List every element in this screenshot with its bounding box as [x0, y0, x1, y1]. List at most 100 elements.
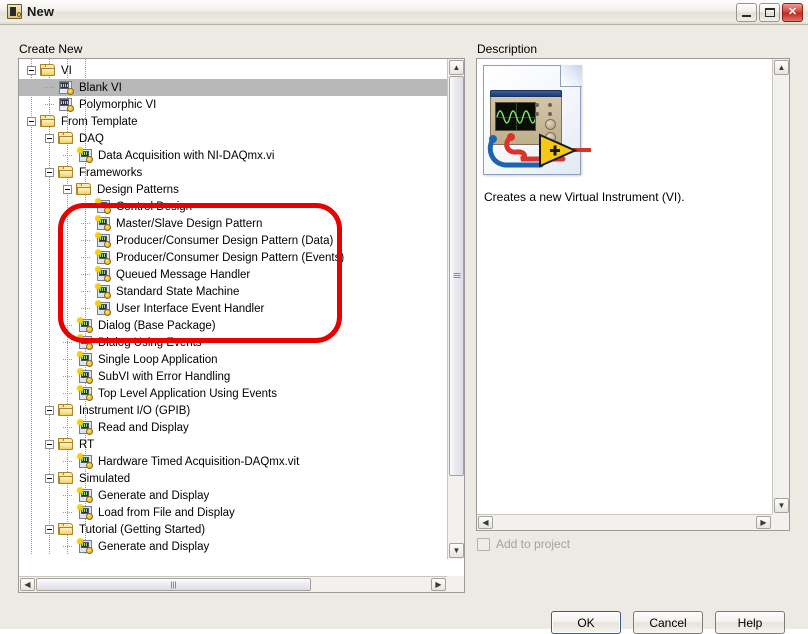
tree-item[interactable]: Instrument I/O (GPIB) — [19, 402, 447, 419]
create-new-tree-panel[interactable]: VI Blank VI Polymorphic VI From Template DAQ… — [18, 58, 465, 593]
tree-scroll-left-button[interactable]: ◀ — [20, 578, 35, 591]
ok-button[interactable]: OK — [551, 611, 621, 634]
folder-icon — [40, 64, 56, 77]
help-button[interactable]: Help — [715, 611, 785, 634]
folder-tab — [58, 438, 64, 441]
tree-horizontal-scroll-thumb[interactable] — [36, 578, 311, 591]
description-scroll-left-button[interactable]: ◀ — [478, 516, 493, 529]
tree-item-label: Control Design — [116, 200, 193, 213]
checkbox-box[interactable] — [477, 537, 490, 551]
tree-item[interactable]: RT — [19, 436, 447, 453]
folder-tab — [58, 523, 64, 526]
tree-item-label: Single Loop Application — [98, 353, 218, 366]
tree-item[interactable]: ✹ Producer/Consumer Design Pattern (Data) — [19, 232, 447, 249]
tree-expander-collapse-icon[interactable] — [27, 117, 36, 126]
tree-item[interactable]: ✹ Dialog (Base Package) — [19, 317, 447, 334]
maximize-icon — [765, 8, 775, 17]
folder-tab — [58, 166, 64, 169]
tree-viewport[interactable]: VI Blank VI Polymorphic VI From Template DAQ… — [19, 59, 447, 559]
tree-vertical-scroll-thumb[interactable] — [449, 76, 464, 476]
tree-item[interactable]: DAQ — [19, 130, 447, 147]
chevron-left-icon: ◀ — [482, 517, 489, 527]
sparkle-icon: ✹ — [94, 265, 103, 276]
tree-item[interactable]: ✹ Read and Display — [19, 419, 447, 436]
tree-expander-collapse-icon[interactable] — [63, 185, 72, 194]
sparkle-icon: ✹ — [94, 282, 103, 293]
tree-item[interactable]: ✹ SubVI with Error Handling — [19, 368, 447, 385]
tree-item[interactable]: VI — [19, 62, 447, 79]
folder-front — [77, 187, 91, 195]
template-badge — [104, 207, 111, 214]
tree-scroll-down-button[interactable]: ▼ — [449, 543, 464, 558]
tree-expander-collapse-icon[interactable] — [45, 134, 54, 143]
tree-item[interactable]: Design Patterns — [19, 181, 447, 198]
tree-vertical-scrollbar[interactable]: ▲ ▼ — [447, 59, 464, 559]
tree-item[interactable]: ✹ Queued Message Handler — [19, 266, 447, 283]
tree-item-label: Dialog Using Events — [98, 336, 202, 349]
vi-template-icon: ✹ — [94, 282, 111, 299]
vi-template-icon: ✹ — [94, 232, 111, 248]
tree-item[interactable]: ✹ Generate and Display — [19, 487, 447, 504]
add-to-project-checkbox[interactable]: Add to project — [477, 537, 570, 551]
tree-content: VI Blank VI Polymorphic VI From Template DAQ… — [19, 59, 447, 555]
folder-tab — [76, 183, 82, 186]
folder-icon — [40, 115, 56, 128]
tree-item[interactable]: ✹ Top Level Application Using Events — [19, 385, 447, 402]
window-title: New — [27, 4, 55, 19]
tree-item[interactable]: ✹ Data Acquisition with NI-DAQmx.vi — [19, 147, 447, 164]
vi-template-icon: ✹ — [76, 351, 93, 367]
tree-connector-line — [63, 427, 72, 428]
tree-item-selected[interactable]: Blank VI — [19, 79, 447, 96]
tree-expander-collapse-icon[interactable] — [45, 440, 54, 449]
cancel-button[interactable]: Cancel — [633, 611, 703, 634]
tree-item[interactable]: ✹ Single Loop Application — [19, 351, 447, 368]
tree-scroll-right-button[interactable]: ▶ — [431, 578, 446, 591]
tree-horizontal-scrollbar[interactable]: ◀ ▶ — [19, 576, 464, 592]
template-badge — [104, 275, 111, 282]
template-badge — [104, 241, 111, 248]
tree-item[interactable]: From Template — [19, 113, 447, 130]
tree-item[interactable]: ✹ Hardware Timed Acquisition-DAQmx.vit — [19, 453, 447, 470]
tree-item[interactable]: ✹ Master/Slave Design Pattern — [19, 215, 447, 232]
maximize-button[interactable] — [759, 3, 780, 22]
chevron-right-icon: ▶ — [760, 517, 767, 527]
template-badge — [86, 156, 93, 163]
tree-expander-collapse-icon[interactable] — [45, 406, 54, 415]
sparkle-icon: ✹ — [76, 503, 85, 514]
tree-item[interactable]: ✹ Control Design — [19, 198, 447, 215]
template-badge — [86, 462, 93, 469]
tree-expander-collapse-icon[interactable] — [27, 66, 36, 75]
vi-document-icon — [483, 65, 591, 177]
tree-item[interactable]: Frameworks — [19, 164, 447, 181]
chevron-right-icon: ▶ — [435, 579, 442, 589]
description-vertical-scrollbar[interactable]: ▲ ▼ — [772, 59, 789, 514]
tree-scroll-up-button[interactable]: ▲ — [449, 60, 464, 75]
title-bar-left: New — [7, 4, 54, 19]
tree-connector-line — [63, 461, 72, 462]
tree-expander-collapse-icon[interactable] — [45, 474, 54, 483]
dialog-client-area: Create New VI Blank VI Polymorphic VI From … — [0, 25, 808, 634]
tree-item[interactable]: Simulated — [19, 470, 447, 487]
tree-item[interactable]: ✹ Standard State Machine — [19, 283, 447, 300]
tree-connector-line — [63, 325, 72, 326]
description-scroll-up-button[interactable]: ▲ — [774, 60, 789, 75]
tree-item-label: SubVI with Error Handling — [98, 370, 231, 383]
close-button[interactable]: ✕ — [782, 3, 803, 22]
folder-front — [41, 119, 55, 127]
tree-expander-collapse-icon[interactable] — [45, 168, 54, 177]
tree-item-label: Standard State Machine — [116, 285, 240, 298]
tree-item[interactable]: ✹ Load from File and Display — [19, 504, 447, 521]
tree-item[interactable]: ✹ Generate and Display — [19, 538, 447, 555]
vi-execution-triangle — [537, 133, 593, 174]
minimize-button[interactable] — [736, 3, 757, 22]
tree-item[interactable]: ✹ Dialog Using Events — [19, 334, 447, 351]
description-scroll-down-button[interactable]: ▼ — [774, 498, 789, 513]
description-scroll-right-button[interactable]: ▶ — [756, 516, 771, 529]
tree-item[interactable]: Polymorphic VI — [19, 96, 447, 113]
tree-expander-collapse-icon[interactable] — [45, 525, 54, 534]
tree-item[interactable]: ✹ Producer/Consumer Design Pattern (Event… — [19, 249, 447, 266]
tree-item[interactable]: ✹ User Interface Event Handler — [19, 300, 447, 317]
description-horizontal-scrollbar[interactable]: ◀ ▶ — [477, 514, 789, 530]
tree-item[interactable]: Tutorial (Getting Started) — [19, 521, 447, 538]
folder-front — [59, 527, 73, 535]
